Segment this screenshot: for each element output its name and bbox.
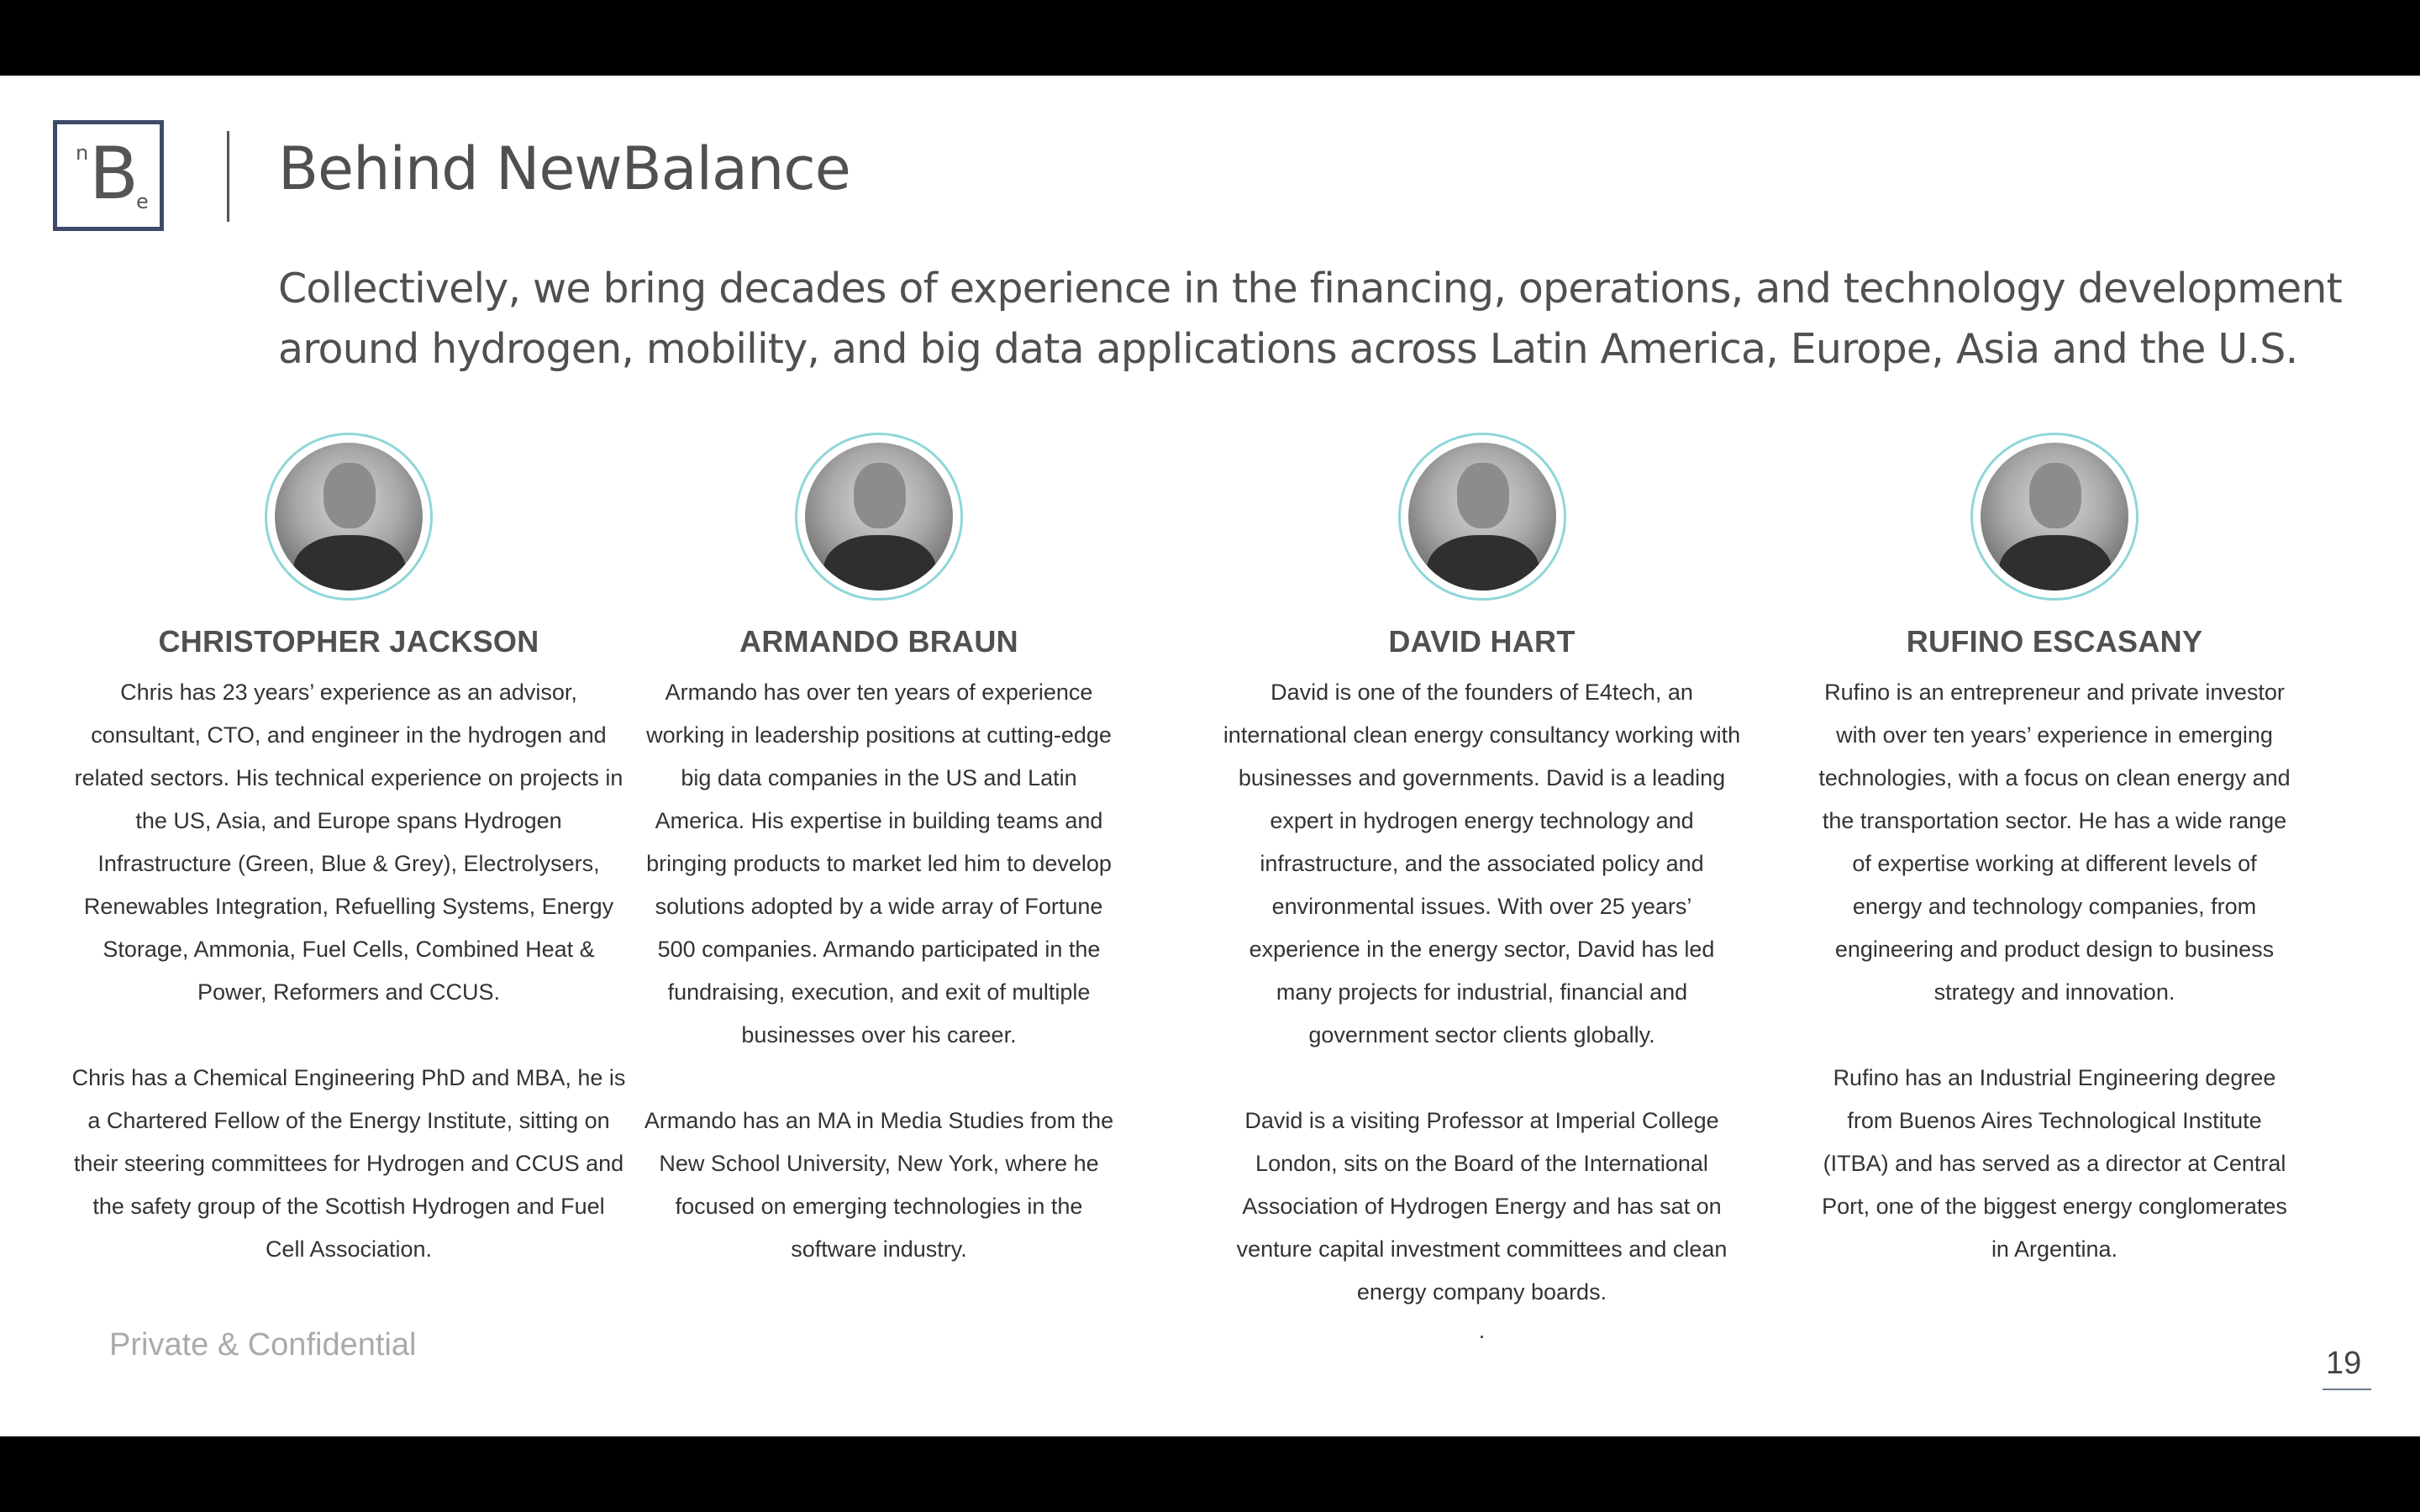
portrait-ring [795,433,963,601]
member-bio: Chris has 23 years’ experience as an adv… [71,671,626,1271]
member-bio: Rufino is an entrepreneur and private in… [1815,671,2294,1271]
portrait-ring [265,433,433,601]
slide: n B e Behind NewBalance Collectively, we… [0,76,2420,1436]
member-name: RUFINO ESCASANY [1906,624,2203,659]
bio-paragraph: David is a visiting Professor at Imperia… [1236,1108,1728,1305]
slide-title: Behind NewBalance [278,134,851,203]
member-name: DAVID HART [1388,624,1576,659]
bio-paragraph: Armando has over ten years of experience… [646,680,1112,1047]
page-number: 19 [2326,1346,2362,1381]
portrait-ring [1970,433,2139,601]
portrait-photo [1981,443,2128,591]
logo-letter-e: e [136,190,149,213]
logo-letter-n: n [76,141,89,165]
logo-letter-b: B [89,132,139,216]
member-name: CHRISTOPHER JACKSON [158,624,539,659]
portrait-photo [805,443,953,591]
trailing-dot: . [1478,1318,1486,1343]
bio-paragraph: Rufino is an entrepreneur and private in… [1818,680,2291,1005]
newbalance-logo: n B e [53,120,164,231]
bio-paragraph: Rufino has an Industrial Engineering deg… [1822,1065,2287,1262]
bio-paragraph: Chris has 23 years’ experience as an adv… [74,680,623,1005]
member-bio: Armando has over ten years of experience… [642,671,1116,1271]
bio-paragraph: David is one of the founders of E4tech, … [1223,680,1741,1047]
bio-paragraph: Chris has a Chemical Engineering PhD and… [71,1065,626,1262]
team-member-card: ARMANDO BRAUN Armando has over ten years… [642,433,1116,1271]
team-member-card: RUFINO ESCASANY Rufino is an entrepreneu… [1815,433,2294,1271]
bio-paragraph: Armando has an MA in Media Studies from … [644,1108,1114,1262]
member-name: ARMANDO BRAUN [739,624,1018,659]
page-number-underline [2323,1389,2371,1390]
team-member-card: DAVID HART David is one of the founders … [1218,433,1745,1347]
member-bio: David is one of the founders of E4tech, … [1218,671,1745,1347]
portrait-photo [275,443,423,591]
portrait-photo [1407,443,1556,591]
team-member-card: CHRISTOPHER JACKSON Chris has 23 years’ … [71,433,626,1271]
confidential-footer: Private & Confidential [109,1327,417,1362]
slide-subtitle: Collectively, we bring decades of experi… [278,265,2343,373]
header-divider [227,131,229,222]
portrait-ring [1397,433,1566,601]
